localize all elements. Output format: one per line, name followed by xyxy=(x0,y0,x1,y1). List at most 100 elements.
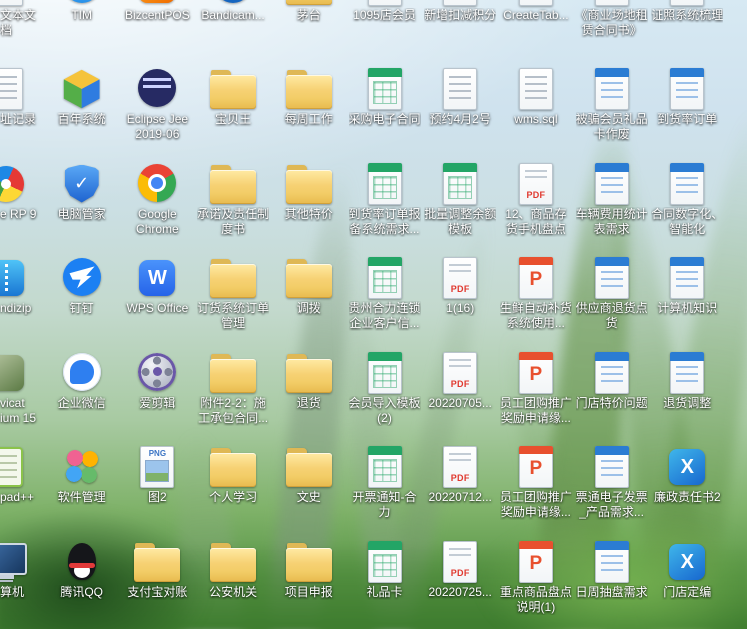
folder-icon xyxy=(286,0,332,6)
desktop-icon[interactable]: 公安机关 xyxy=(197,537,269,600)
desktop-icon[interactable]: 附件2-2：施工承包合同... xyxy=(197,348,269,426)
desktop-icon[interactable]: BizcentPOS xyxy=(121,0,193,23)
excel-icon xyxy=(443,0,477,6)
icon-label: 门店特价问题 xyxy=(576,396,648,411)
icon-label: 到货率订单 xyxy=(651,112,723,127)
desktop-icon[interactable]: 证照系统梳理 xyxy=(651,0,723,23)
desktop-icon[interactable]: 每周工作 xyxy=(273,64,345,127)
icon-label: 20220725... xyxy=(424,585,496,600)
excel-icon xyxy=(368,253,402,299)
desktop-icon[interactable]: P员工团购推广奖励申请缘... xyxy=(500,348,572,426)
folder-icon xyxy=(286,537,332,583)
desktop-icon[interactable]: 支付宝对账 xyxy=(121,537,193,600)
desktop-icon[interactable]: 订货系统订单管理 xyxy=(197,253,269,331)
icon-label: 址记录 xyxy=(0,112,46,127)
desktop-icon[interactable]: 文本文档 xyxy=(0,0,46,38)
npp-icon xyxy=(0,442,23,488)
desktop-icon[interactable]: 茅台 xyxy=(273,0,345,23)
desktop-icon[interactable]: 1095店会员 xyxy=(349,0,421,23)
desktop-icon[interactable]: 企业微信 xyxy=(46,348,118,411)
desktop-icon[interactable]: 礼品卡 xyxy=(349,537,421,600)
desktop-icon[interactable]: 新增扣减积分 xyxy=(424,0,496,23)
desktop-icon[interactable]: 预约4月2号 xyxy=(424,64,496,127)
desktop-icon[interactable]: PNG图2 xyxy=(121,442,193,505)
icon-label: wms.sql xyxy=(500,112,572,127)
word-icon xyxy=(670,0,704,6)
desktop-icon[interactable]: 文史 xyxy=(273,442,345,505)
desktop-icon[interactable]: e RP 9 xyxy=(0,159,46,222)
desktop-icon[interactable]: Eclipse Jee 2019-06 xyxy=(121,64,193,142)
desktop-icon[interactable]: 门店特价问题 xyxy=(576,348,648,411)
icon-label: 企业微信 xyxy=(46,396,118,411)
desktop-icon[interactable]: CreateTab... xyxy=(500,0,572,23)
desktop-icon[interactable]: X门店定编 xyxy=(651,537,723,600)
desktop-icon[interactable]: X廉政责任书2 xyxy=(651,442,723,505)
excel-icon xyxy=(368,0,402,6)
desktop-icon[interactable]: 其他特价 xyxy=(273,159,345,222)
desktop-icon[interactable]: 车辆费用统计表需求 xyxy=(576,159,648,237)
desktop-icon[interactable]: TIM xyxy=(46,0,118,23)
desktop-icon[interactable]: 退货调整 xyxy=(651,348,723,411)
icon-label: 百年系统 xyxy=(46,112,118,127)
icon-label: 12、商品存货手机盘点 xyxy=(500,207,572,237)
desktop-icon[interactable]: 宝贝王 xyxy=(197,64,269,127)
desktop-icon[interactable]: 会员导入模板(2) xyxy=(349,348,421,426)
desktop-icon[interactable]: PDF1(16) xyxy=(424,253,496,316)
desktop-icon[interactable]: 承诺及责任制度书 xyxy=(197,159,269,237)
desktop-icon[interactable]: 钉钉 xyxy=(46,253,118,316)
icon-label: 宝贝王 xyxy=(197,112,269,127)
folder-icon xyxy=(286,348,332,394)
desktop-icon[interactable]: Bandicam... xyxy=(197,0,269,23)
desktop-icon[interactable]: 调拨 xyxy=(273,253,345,316)
desktop-icon[interactable]: 批量调整余额模板 xyxy=(424,159,496,237)
pdf-icon: PDF xyxy=(519,159,553,205)
icon-label: 《商业场地租赁合同书》 xyxy=(576,8,648,38)
desktop-icon[interactable]: ndizip xyxy=(0,253,46,316)
desktop-icon[interactable]: 个人学习 xyxy=(197,442,269,505)
icon-label: 20220712... xyxy=(424,490,496,505)
desktop-icon[interactable]: 《商业场地租赁合同书》 xyxy=(576,0,648,38)
desktop-icon[interactable]: 项目申报 xyxy=(273,537,345,600)
desktop-icon[interactable]: 到货率订单报备系统需求... xyxy=(349,159,421,237)
icon-label: e RP 9 xyxy=(0,207,46,222)
desktop-icon[interactable]: PDF12、商品存货手机盘点 xyxy=(500,159,572,237)
desktop-icon[interactable]: 腾讯QQ xyxy=(46,537,118,600)
icon-label: 钉钉 xyxy=(46,301,118,316)
desktop-icon[interactable]: 爱剪辑 xyxy=(121,348,193,411)
desktop-icon[interactable]: 到货率订单 xyxy=(651,64,723,127)
desktop-icon[interactable]: vicat ium 15 xyxy=(0,348,46,426)
desktop-icon[interactable]: 开票通知-合力 xyxy=(349,442,421,520)
desktop-icon[interactable]: ✓电脑管家 xyxy=(46,159,118,222)
desktop-icon[interactable]: 算机 xyxy=(0,537,46,600)
icon-label: 20220705... xyxy=(424,396,496,411)
folder-icon xyxy=(286,159,332,205)
desktop-icon[interactable]: 采购电子合同 xyxy=(349,64,421,127)
desktop-icon[interactable]: 贵州合力连锁企业客户信... xyxy=(349,253,421,331)
desktop-icon[interactable]: 软件管理 xyxy=(46,442,118,505)
desktop-icon[interactable]: 百年系统 xyxy=(46,64,118,127)
desktop-icon[interactable]: P生鲜自动补货系统使用... xyxy=(500,253,572,331)
desktop-icon[interactable]: wms.sql xyxy=(500,64,572,127)
desktop-icon[interactable]: 退货 xyxy=(273,348,345,411)
desktop-icon[interactable]: PDF 20220705... xyxy=(424,348,496,411)
desktop-icon[interactable]: 供应商退货点货 xyxy=(576,253,648,331)
desktop-icon[interactable]: pad++ xyxy=(0,442,46,505)
desktop-icon[interactable]: PDF20220725... xyxy=(424,537,496,600)
icon-label: 礼品卡 xyxy=(349,585,421,600)
pos-icon xyxy=(139,0,175,6)
desktop-icon[interactable]: 合同数字化、智能化 xyxy=(651,159,723,237)
desktop-icon[interactable]: Google Chrome xyxy=(121,159,193,237)
desktop-icon[interactable]: WWPS Office xyxy=(121,253,193,316)
desktop-icon[interactable]: 被骗会员礼品卡作废 xyxy=(576,64,648,142)
desktop-icon[interactable]: P重点商品盘点说明(1) xyxy=(500,537,572,615)
desktop-icon[interactable]: 日周抽盘需求 xyxy=(576,537,648,600)
desktop-icon[interactable]: 址记录 xyxy=(0,64,46,127)
word-icon xyxy=(670,64,704,110)
icon-label: 重点商品盘点说明(1) xyxy=(500,585,572,615)
pdf-icon: PDF xyxy=(443,348,477,394)
desktop-icon[interactable]: P员工团购推广奖励申请缘... xyxy=(500,442,572,520)
icon-label: pad++ xyxy=(0,490,46,505)
desktop-icon[interactable]: 计算机知识 xyxy=(651,253,723,316)
desktop-icon[interactable]: 票通电子发票_产品需求... xyxy=(576,442,648,520)
desktop-icon[interactable]: PDF20220712... xyxy=(424,442,496,505)
